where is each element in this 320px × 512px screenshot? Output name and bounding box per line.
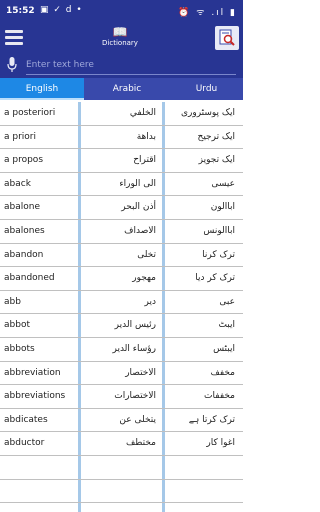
word-row[interactable]: a priori بداهة ایک ترجیح [0,126,243,150]
app-title: Dictionary [102,39,138,47]
word-row[interactable] [0,456,243,480]
urdu-translation: ایبٹس [213,343,235,354]
english-word: abbreviations [4,391,66,402]
dictionary-search-button[interactable] [215,26,239,50]
arabic-translation: رؤساء الدير [112,343,156,354]
word-row[interactable]: abductor مختطف اغوا کار [0,432,243,456]
arabic-translation: دير [144,296,156,307]
word-list: a posteriori الخلفي ایک پوسٹروری a priori بد… [0,102,243,504]
urdu-translation: اباالون [210,202,235,213]
urdu-translation: مخففات [204,391,235,402]
english-word: a priori [4,131,36,142]
word-row[interactable]: abandoned مهجور ترک کر دیا [0,267,243,291]
word-row[interactable]: a propos اقتراح ایک تجویز [0,149,243,173]
word-row[interactable]: abandon تخلى ترک کرنا [0,244,243,268]
english-word: abb [4,296,21,307]
arabic-translation: اقتراح [133,155,156,166]
word-row[interactable]: aback الى الوراء عیسی [0,173,243,197]
word-row[interactable]: abbots رؤساء الدير ایبٹس [0,338,243,362]
arabic-translation: الاصداف [124,225,156,236]
word-row[interactable]: abb دير عبی [0,291,243,315]
english-word: abandoned [4,273,55,284]
arabic-translation: الاختصارات [114,391,156,402]
tab-arabic[interactable]: Arabic [84,78,170,100]
system-icons: ⏰ ᯤ .ıl ▮ [178,8,237,18]
tab-english[interactable]: English [0,78,84,100]
arabic-translation: بداهة [136,131,156,142]
status-time: 15:52 [6,6,35,16]
microphone-icon[interactable] [7,57,17,73]
urdu-translation: ایبٹ [218,320,235,331]
arabic-translation: رئيس الدير [114,320,156,331]
english-word [4,480,78,503]
arabic-translation: يتخلى عن [119,414,156,425]
language-tabs: English Arabic Urdu [0,78,243,100]
search-input[interactable] [26,56,236,75]
english-word: abalone [4,202,40,213]
word-row[interactable]: abbot رئيس الدير ایبٹ [0,314,243,338]
tab-urdu[interactable]: Urdu [170,78,243,100]
word-row[interactable] [0,480,243,504]
urdu-translation: ترک کر دیا [195,273,235,284]
word-row[interactable]: abbreviation الاختصار مخفف [0,362,243,386]
arabic-translation: مختطف [125,438,156,449]
search-book-icon [219,29,235,46]
dictionary-header: 📖 Dictionary [84,26,156,48]
english-word: a propos [4,155,44,166]
urdu-translation [165,480,239,503]
urdu-translation: ایک پوسٹروری [180,108,235,118]
urdu-translation: ترک کرتا ہے [188,414,235,425]
english-word: abandon [4,249,44,260]
english-word: abductor [4,438,45,449]
word-row[interactable]: abalones الاصداف اباالونس [0,220,243,244]
arabic-translation: مهجور [132,273,156,284]
english-word: abalones [4,225,45,236]
book-icon: 📖 [112,25,128,39]
arabic-translation: الى الوراء [119,178,156,189]
arabic-translation [82,456,162,479]
urdu-translation: ایک ترجیح [197,131,235,142]
arabic-translation: الاختصار [125,367,156,378]
arabic-translation: أذن البحر [121,202,156,213]
english-word: abbots [4,343,35,354]
english-word: a posteriori [4,108,56,118]
urdu-translation: ایک تجویز [198,155,235,166]
urdu-translation: مخفف [210,367,236,378]
status-bar: 15:52 ▣ ✓ d • ⏰ ᯤ .ıl ▮ [0,0,243,24]
word-row[interactable]: a posteriori الخلفي ایک پوسٹروری [0,102,243,126]
english-word: abbot [4,320,30,331]
word-row[interactable]: abdicates يتخلى عن ترک کرتا ہے [0,409,243,433]
menu-icon[interactable] [5,30,23,46]
urdu-translation: اغوا کار [206,438,235,449]
arabic-translation: تخلى [137,249,156,260]
urdu-translation: عبی [219,296,235,307]
search-bar [0,52,243,78]
arabic-translation [82,480,162,503]
english-word [4,456,78,479]
notification-icons: ▣ ✓ d • [40,5,83,15]
word-row[interactable]: abbreviations الاختصارات مخففات [0,385,243,409]
app-bar: 📖 Dictionary [0,24,243,52]
urdu-translation: اباالونس [203,225,235,236]
urdu-translation [165,456,239,479]
english-word: abbreviation [4,367,61,378]
english-word: aback [4,178,31,189]
word-row[interactable]: abalone أذن البحر اباالون [0,196,243,220]
arabic-translation: الخلفي [129,108,156,118]
urdu-translation: ترک کرنا [202,249,235,260]
urdu-translation: عیسی [211,178,235,189]
english-word: abdicates [4,414,48,425]
